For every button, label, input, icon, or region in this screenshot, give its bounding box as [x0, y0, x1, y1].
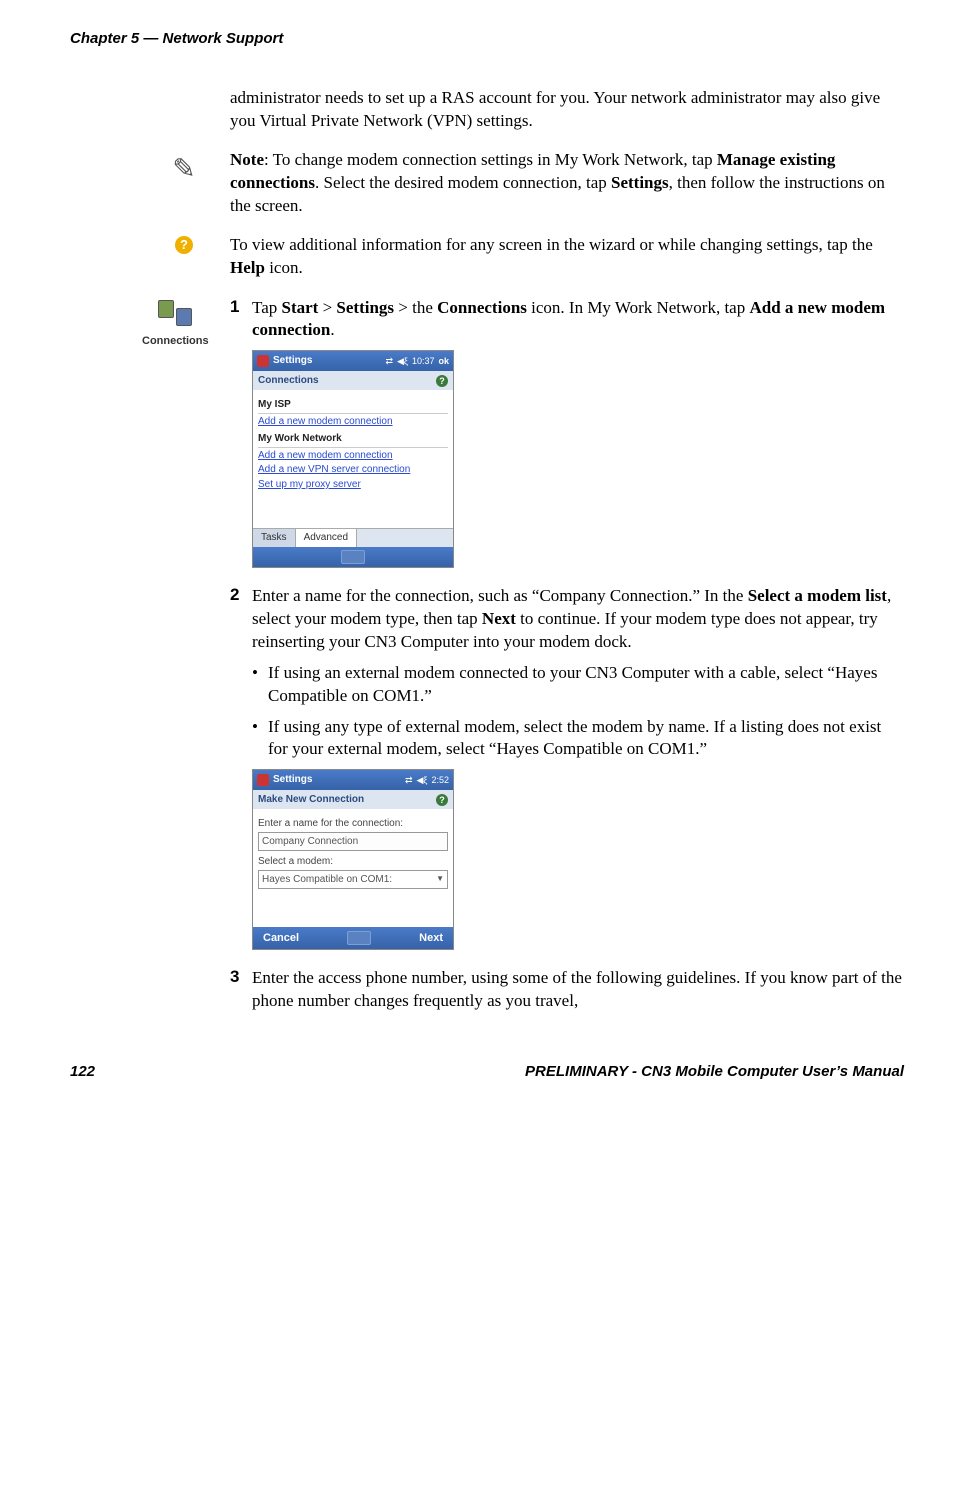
ss-status: ⇄◀ξ10:37 ok: [385, 355, 449, 367]
screenshot-connections: Settings ⇄◀ξ10:37 ok Connections ? My IS…: [252, 350, 454, 568]
help-block: ? To view additional information for any…: [230, 234, 904, 280]
connections-icon: Connections: [142, 296, 209, 349]
footer-title: PRELIMINARY - CN3 Mobile Computer User’s…: [525, 1063, 904, 1080]
connection-name-input: Company Connection: [258, 832, 448, 852]
page-number: 122: [70, 1063, 95, 1080]
list-item: If using an external modem connected to …: [252, 662, 904, 708]
ss-bottombar: Cancel Next: [253, 927, 453, 949]
chapter-header: Chapter 5 — Network Support: [70, 30, 904, 47]
ss-link: Add a new VPN server connection: [258, 463, 448, 477]
list-item: If using any type of external modem, sel…: [252, 716, 904, 762]
next-button: Next: [419, 931, 443, 946]
ss-subheader: Make New Connection ?: [253, 790, 453, 810]
intro-paragraph: administrator needs to set up a RAS acco…: [230, 87, 904, 133]
ss-link: Set up my proxy server: [258, 478, 448, 492]
page-footer: 122 PRELIMINARY - CN3 Mobile Computer Us…: [70, 1063, 904, 1080]
ss-titlebar: Settings ⇄◀ξ2:52: [253, 770, 453, 790]
bullet-list: If using an external modem connected to …: [252, 662, 904, 762]
cancel-button: Cancel: [263, 931, 299, 946]
step-number: 3: [230, 966, 248, 989]
ss-status: ⇄◀ξ2:52: [405, 774, 449, 786]
ss-bottombar: [253, 547, 453, 567]
ss-help-icon: ?: [436, 794, 448, 806]
ss-section-mywork: My Work Network: [258, 432, 448, 448]
keyboard-icon: [347, 931, 371, 945]
note-icon: ✎: [160, 151, 208, 189]
ss-body: Enter a name for the connection: Company…: [253, 809, 453, 927]
help-icon: ?: [160, 236, 208, 254]
ss-help-icon: ?: [436, 375, 448, 387]
step-2: 2 Enter a name for the connection, such …: [230, 584, 904, 951]
step-1: Connections 1 Tap Start > Settings > the…: [230, 296, 904, 568]
ss-titlebar: Settings ⇄◀ξ10:37 ok: [253, 351, 453, 371]
ss-label: Enter a name for the connection:: [258, 817, 448, 831]
note-prefix: Note: [230, 150, 264, 169]
screenshot-make-new-connection: Settings ⇄◀ξ2:52 Make New Connection ? E…: [252, 769, 454, 950]
ok-button: ok: [438, 355, 449, 367]
step-number: 2: [230, 584, 248, 607]
ss-link: Add a new modem connection: [258, 449, 448, 463]
ss-title: Settings: [273, 773, 401, 787]
step-3: 3 Enter the access phone number, using s…: [230, 966, 904, 1013]
ss-subheader: Connections ?: [253, 371, 453, 391]
ss-section-myisp: My ISP: [258, 398, 448, 414]
step-number: 1: [230, 296, 248, 319]
tab-advanced: Advanced: [296, 529, 357, 547]
start-flag-icon: [257, 355, 269, 367]
tab-tasks: Tasks: [253, 529, 296, 547]
note-block: ✎ Note: To change modem connection setti…: [230, 149, 904, 218]
modem-select: Hayes Compatible on COM1: ▼: [258, 870, 448, 890]
ss-tabs: Tasks Advanced: [253, 528, 453, 547]
ss-body: My ISP Add a new modem connection My Wor…: [253, 390, 453, 528]
keyboard-icon: [341, 550, 365, 564]
ss-title: Settings: [273, 354, 381, 368]
ss-link: Add a new modem connection: [258, 415, 448, 429]
ss-label: Select a modem:: [258, 855, 448, 869]
start-flag-icon: [257, 774, 269, 786]
chevron-down-icon: ▼: [436, 874, 444, 885]
